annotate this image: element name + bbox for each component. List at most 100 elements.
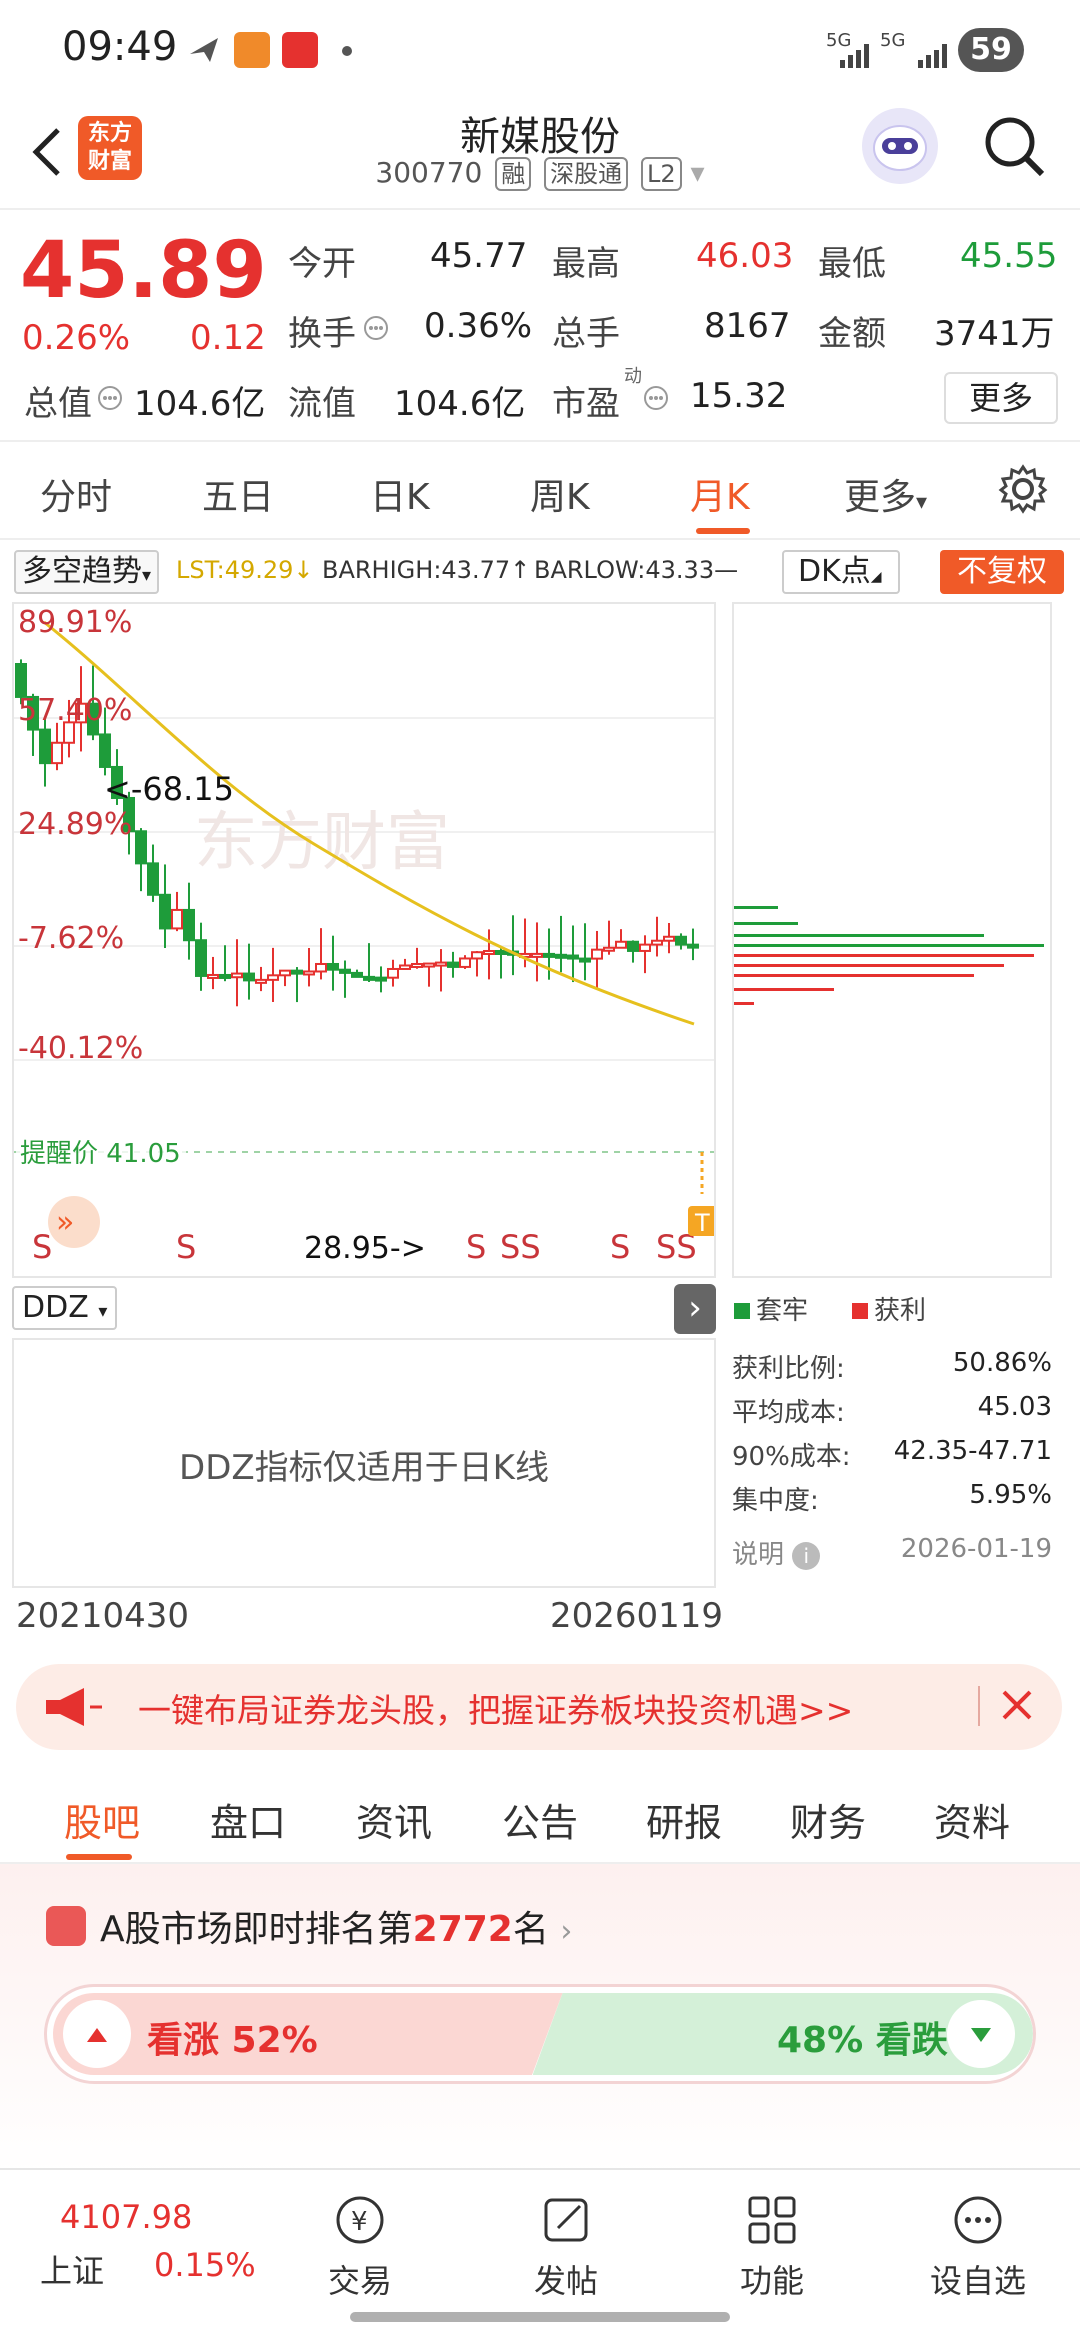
kline-chart[interactable]: 东方财富 89.91% 57.40% 24.89% -7.62% -40.12%… (12, 602, 716, 1278)
promo-banner[interactable]: 一键布局证券龙头股，把握证券板块投资机遇>> (16, 1664, 1062, 1750)
gear-icon[interactable] (998, 464, 1048, 514)
chip-bar (734, 922, 798, 925)
tab-research[interactable]: 研报 (646, 1792, 722, 1847)
candle-body (555, 953, 567, 959)
candle-body (363, 975, 375, 981)
legend-profit: 获利 (852, 1290, 926, 1327)
candle-body (459, 957, 471, 968)
index-name: 上证 (40, 2252, 105, 2290)
info-dots-icon[interactable] (642, 384, 670, 412)
app-notification-icon (234, 32, 270, 68)
status-time: 09:49 (62, 24, 178, 70)
home-indicator (350, 2312, 730, 2322)
candle-body (15, 663, 27, 698)
nav-trade[interactable]: ¥ 交易 (300, 2192, 420, 2302)
alert-label[interactable]: 提醒价 41.05 (20, 1139, 181, 1169)
down-arrow-icon: ↓ (293, 556, 314, 584)
float-value: 104.6亿 (394, 384, 526, 424)
volume-value: 8167 (704, 306, 791, 346)
signal-label: S (176, 1228, 196, 1266)
chip-bar (734, 906, 778, 909)
turnover-label: 换手 (288, 314, 356, 354)
candle-body (627, 940, 639, 952)
candle-body (471, 951, 483, 960)
chip-bar (734, 944, 1044, 947)
chevron-right-icon[interactable]: › (674, 1284, 716, 1334)
indicator-row: 多空趋势▾ LST:49.29↓ BARHIGH:43.77↑ BARLOW:4… (0, 544, 1080, 600)
tab-five-day[interactable]: 五日 (202, 468, 274, 520)
dropdown-triangle-icon: ▾ (916, 490, 928, 515)
vote-up-button[interactable] (63, 2000, 131, 2068)
corner-triangle-icon: ◢ (870, 569, 882, 585)
chip-bar (734, 954, 1034, 957)
cost-row-value: 42.35-47.71 (893, 1436, 1052, 1466)
tab-finance[interactable]: 财务 (790, 1792, 866, 1847)
tab-news[interactable]: 资讯 (356, 1792, 432, 1847)
tab-intraday[interactable]: 分时 (40, 468, 112, 520)
tab-announcements[interactable]: 公告 (502, 1792, 578, 1847)
y-tick-2: 24.89% (18, 807, 132, 842)
nav-post[interactable]: 发帖 (506, 2192, 626, 2302)
candle-body (399, 964, 411, 970)
rank-link[interactable]: A股市场即时排名第2772名 › (100, 1900, 572, 1952)
tab-more-label: 更多 (844, 477, 917, 518)
more-circle-icon (954, 2196, 1002, 2244)
lst-value: LST:49.29 (176, 556, 294, 584)
ai-assistant-avatar[interactable] (862, 108, 938, 184)
ddz-select[interactable]: DDZ ▾ (12, 1286, 118, 1330)
candle-body (567, 954, 579, 960)
cost-row: 90%成本: 42.35-47.71 (732, 1436, 1052, 1473)
candle-body (579, 957, 591, 963)
tab-guba[interactable]: 股吧 (64, 1792, 140, 1847)
candle-body (147, 862, 159, 896)
tab-monthly-k[interactable]: 月K (690, 468, 750, 520)
tag-level2: L2 (641, 157, 682, 191)
y-tick-4: -40.12% (18, 1031, 143, 1066)
candle-body (207, 973, 219, 979)
more-quote-button[interactable]: 更多 (944, 372, 1058, 424)
sentiment-vote-bar: 看涨 52% 48% 看跌 (44, 1984, 1036, 2084)
dk-point-select[interactable]: DK点◢ (782, 550, 900, 594)
candle-body (39, 728, 51, 765)
stock-code: 300770 (375, 156, 483, 189)
candle-body (279, 969, 291, 977)
info-dots-icon[interactable] (96, 384, 124, 412)
tag-connect: 深股通 (544, 157, 629, 191)
candle-body (543, 952, 555, 958)
vote-down-button[interactable] (947, 2000, 1015, 2068)
chip-distribution-panel (732, 602, 1052, 1278)
kline-chart-svg: 东方财富 89.91% 57.40% 24.89% -7.62% -40.12%… (14, 605, 714, 1266)
candle-body (219, 973, 231, 979)
chip-bar (734, 988, 834, 991)
tab-weekly-k[interactable]: 周K (530, 468, 590, 520)
legend-trapped-label: 套牢 (756, 1296, 809, 1326)
info-dots-icon[interactable] (362, 314, 390, 342)
tab-more[interactable]: 更多▾ (844, 468, 927, 520)
profit-swatch (852, 1303, 868, 1319)
chip-bar (734, 934, 984, 937)
candle-body (375, 976, 387, 982)
dk-point-label: DK点 (798, 554, 871, 589)
search-icon[interactable] (980, 112, 1050, 182)
amount-value: 3741万 (934, 314, 1055, 354)
tab-daily-k[interactable]: 日K (370, 468, 430, 520)
nav-add-watchlist[interactable]: 设自选 (918, 2192, 1038, 2302)
chart-start-date: 20210430 (16, 1596, 190, 1636)
candle-body (603, 946, 615, 952)
tab-pankou[interactable]: 盘口 (210, 1792, 286, 1847)
nav-functions[interactable]: 功能 (712, 2192, 832, 2302)
rank-number: 2772 (412, 1909, 513, 1950)
indicator-select[interactable]: 多空趋势▾ (14, 550, 160, 594)
tab-profile[interactable]: 资料 (934, 1792, 1010, 1847)
tag-margin: 融 (495, 157, 532, 191)
mktcap-value: 104.6亿 (134, 384, 266, 424)
nav-post-label: 发帖 (533, 2262, 598, 2300)
y-tick-1: 57.40% (18, 693, 132, 728)
ddz-panel: DDZ指标仅适用于日K线 (12, 1338, 716, 1588)
close-icon[interactable] (992, 1680, 1042, 1730)
change-percent: 0.26% (22, 318, 131, 358)
candle-body (231, 972, 243, 979)
index-value[interactable]: 4107.98 (60, 2198, 192, 2236)
cost-note-row[interactable]: 说明 i 2026-01-19 (732, 1534, 1052, 1571)
adjust-mode-button[interactable]: 不复权 (940, 550, 1064, 594)
